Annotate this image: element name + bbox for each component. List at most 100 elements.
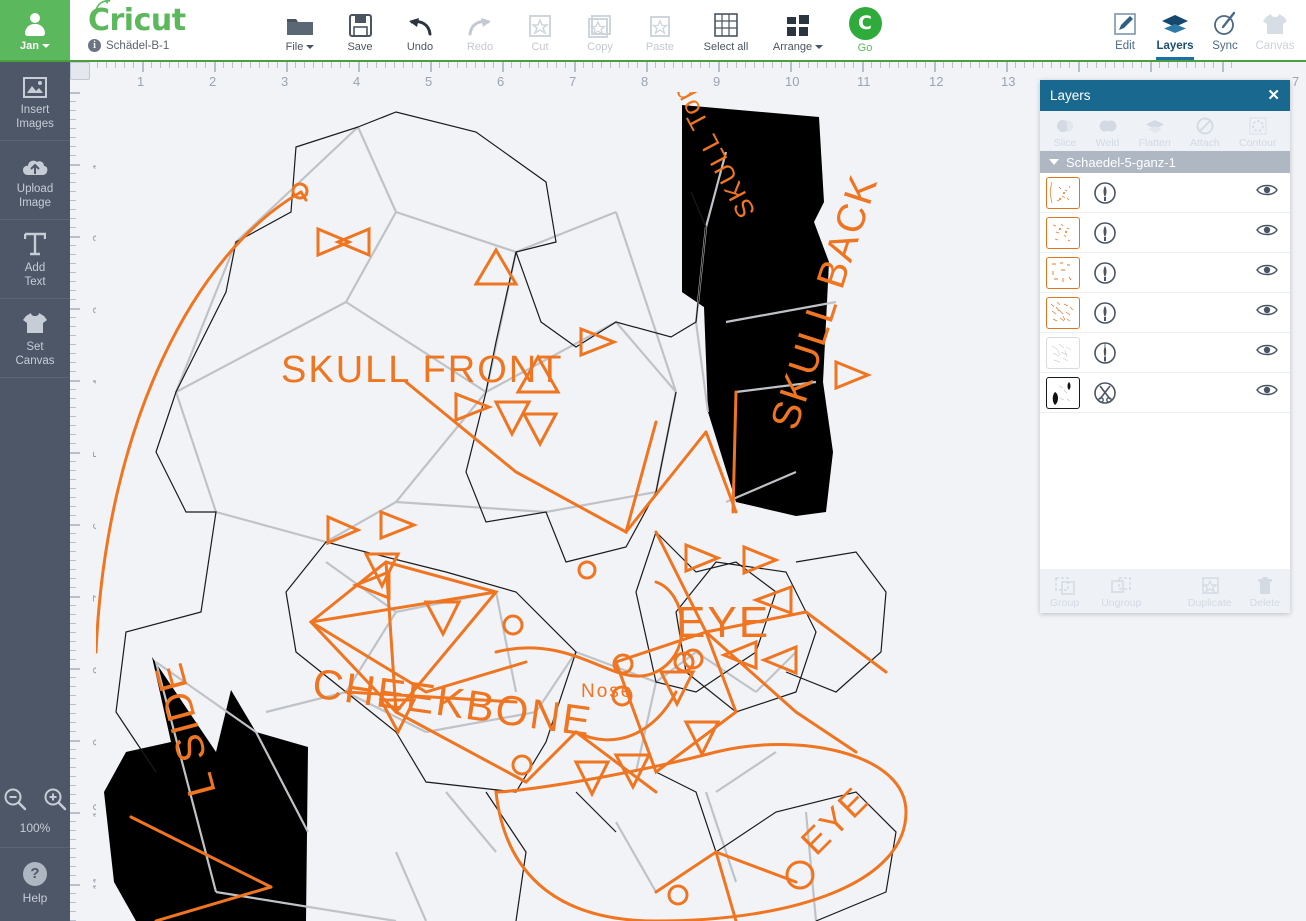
table-row[interactable] (1040, 293, 1290, 333)
ruler-tick (259, 62, 260, 68)
ruler-tick (70, 308, 80, 310)
help-label: Help (22, 891, 48, 905)
ruler-label: 13 (1001, 74, 1016, 89)
project-title-row[interactable]: i Schädel-B-1 (88, 39, 260, 52)
flatten-label: Flatten (1138, 137, 1171, 149)
ruler-tick (970, 62, 971, 68)
ruler-tick (637, 62, 638, 68)
ruler-tick (889, 62, 890, 68)
eye-icon[interactable] (1256, 383, 1278, 402)
paste-button[interactable]: Paste (630, 8, 690, 53)
select-all-button[interactable]: Select all (690, 8, 762, 53)
zoom-out-icon[interactable] (3, 787, 27, 816)
ruler-tick (70, 461, 76, 462)
eye-icon[interactable] (1256, 183, 1278, 202)
ruler-tick (70, 533, 76, 534)
sidebar-item-add-text[interactable]: Add Text (0, 220, 70, 299)
ungroup-button[interactable]: Ungroup (1101, 576, 1141, 609)
ruler-tick (70, 839, 76, 840)
undo-button[interactable]: Undo (390, 8, 450, 53)
table-row[interactable] (1040, 173, 1290, 213)
ruler-tick (70, 821, 76, 822)
layer-thumbnail (1046, 216, 1080, 249)
pen-score-icon[interactable] (1090, 301, 1120, 324)
duplicate-button[interactable]: Duplicate (1188, 576, 1232, 609)
sidebar-item-upload-image[interactable]: Upload Image (0, 141, 70, 220)
ruler-tick (1096, 62, 1097, 68)
ruler-tick (394, 62, 395, 68)
flatten-button[interactable]: Flatten (1139, 116, 1171, 149)
pen-score-icon[interactable] (1090, 181, 1120, 204)
ruler-tick (925, 62, 926, 68)
weld-button[interactable]: Weld (1096, 116, 1119, 149)
layer-thumbnail (1046, 376, 1080, 409)
ruler-tick (772, 62, 773, 68)
table-row[interactable] (1040, 333, 1290, 373)
ruler-tick (70, 434, 76, 435)
group-button[interactable]: Group (1050, 576, 1079, 609)
ruler-tick (295, 62, 296, 68)
arrange-label: Arrange (772, 40, 813, 53)
ruler-tick (250, 62, 251, 68)
eye-icon[interactable] (1256, 343, 1278, 362)
cut-button[interactable]: Cut (510, 8, 570, 53)
zoom-in-icon[interactable] (43, 787, 67, 816)
table-row[interactable] (1040, 213, 1290, 253)
ruler-tick (1105, 62, 1106, 68)
eye-icon[interactable] (1256, 223, 1278, 242)
scissors-cut-icon[interactable] (1090, 381, 1120, 404)
ruler-tick (70, 560, 76, 561)
tab-sync[interactable]: Sync (1200, 0, 1250, 60)
sidebar-label: Insert (20, 104, 50, 116)
layers-operations-bar: Slice Weld Flatten Attach Contour (1040, 111, 1290, 151)
account-menu[interactable]: Jan (0, 0, 70, 60)
file-menu-button[interactable]: File (270, 8, 330, 53)
tab-edit[interactable]: Edit (1100, 0, 1150, 60)
tab-layers[interactable]: Layers (1150, 0, 1200, 60)
eye-icon[interactable] (1256, 263, 1278, 282)
pen-score-icon[interactable] (1090, 261, 1120, 284)
eye-icon[interactable] (1256, 303, 1278, 322)
sidebar-item-set-canvas[interactable]: Set Canvas (0, 299, 70, 378)
zoom-level: 100% (19, 821, 51, 835)
go-button[interactable]: C Go (834, 6, 896, 54)
question-mark-icon: ? (23, 862, 47, 886)
ruler-tick (691, 62, 692, 68)
help-button[interactable]: ? Help (0, 847, 70, 921)
design-label: Nose (581, 681, 633, 702)
table-row[interactable] (1040, 373, 1290, 413)
ruler-tick (70, 695, 76, 696)
score-line-icon[interactable] (1090, 341, 1120, 364)
save-button[interactable]: Save (330, 8, 390, 53)
sidebar-item-insert-images[interactable]: Insert Images (0, 62, 70, 141)
pen-score-icon[interactable] (1090, 221, 1120, 244)
ruler-tick (979, 62, 980, 68)
delete-button[interactable]: Delete (1250, 576, 1280, 609)
layer-group-header[interactable]: Schaedel-5-ganz-1 (1040, 151, 1290, 173)
redo-button[interactable]: Redo (450, 8, 510, 53)
layer-thumbnail (1046, 256, 1080, 289)
paste-label: Paste (645, 40, 675, 53)
pencil-square-icon (1113, 8, 1137, 36)
ruler-tick (70, 425, 76, 426)
ruler-tick (844, 62, 845, 68)
ruler-tick (619, 62, 620, 68)
ruler-tick (358, 62, 360, 72)
copy-icon (588, 8, 612, 38)
copy-button[interactable]: Copy (570, 8, 630, 53)
close-x-icon[interactable]: ✕ (1267, 88, 1280, 103)
table-row[interactable] (1040, 253, 1290, 293)
vertical-ruler[interactable]: 123456789101112 (70, 92, 96, 921)
ruler-tick (682, 62, 683, 68)
ruler-tick (790, 62, 792, 72)
ruler-tick (583, 62, 584, 68)
ruler-tick (862, 62, 864, 72)
attach-button[interactable]: Attach (1190, 116, 1220, 149)
ruler-origin-button[interactable] (70, 62, 90, 80)
contour-button[interactable]: Contour (1239, 116, 1276, 149)
slice-button[interactable]: Slice (1054, 116, 1076, 149)
arrange-menu-button[interactable]: Arrange (762, 8, 834, 53)
flatten-icon (1145, 116, 1165, 135)
tab-canvas[interactable]: Canvas (1250, 0, 1300, 60)
sidebar-label: Text (24, 276, 46, 288)
